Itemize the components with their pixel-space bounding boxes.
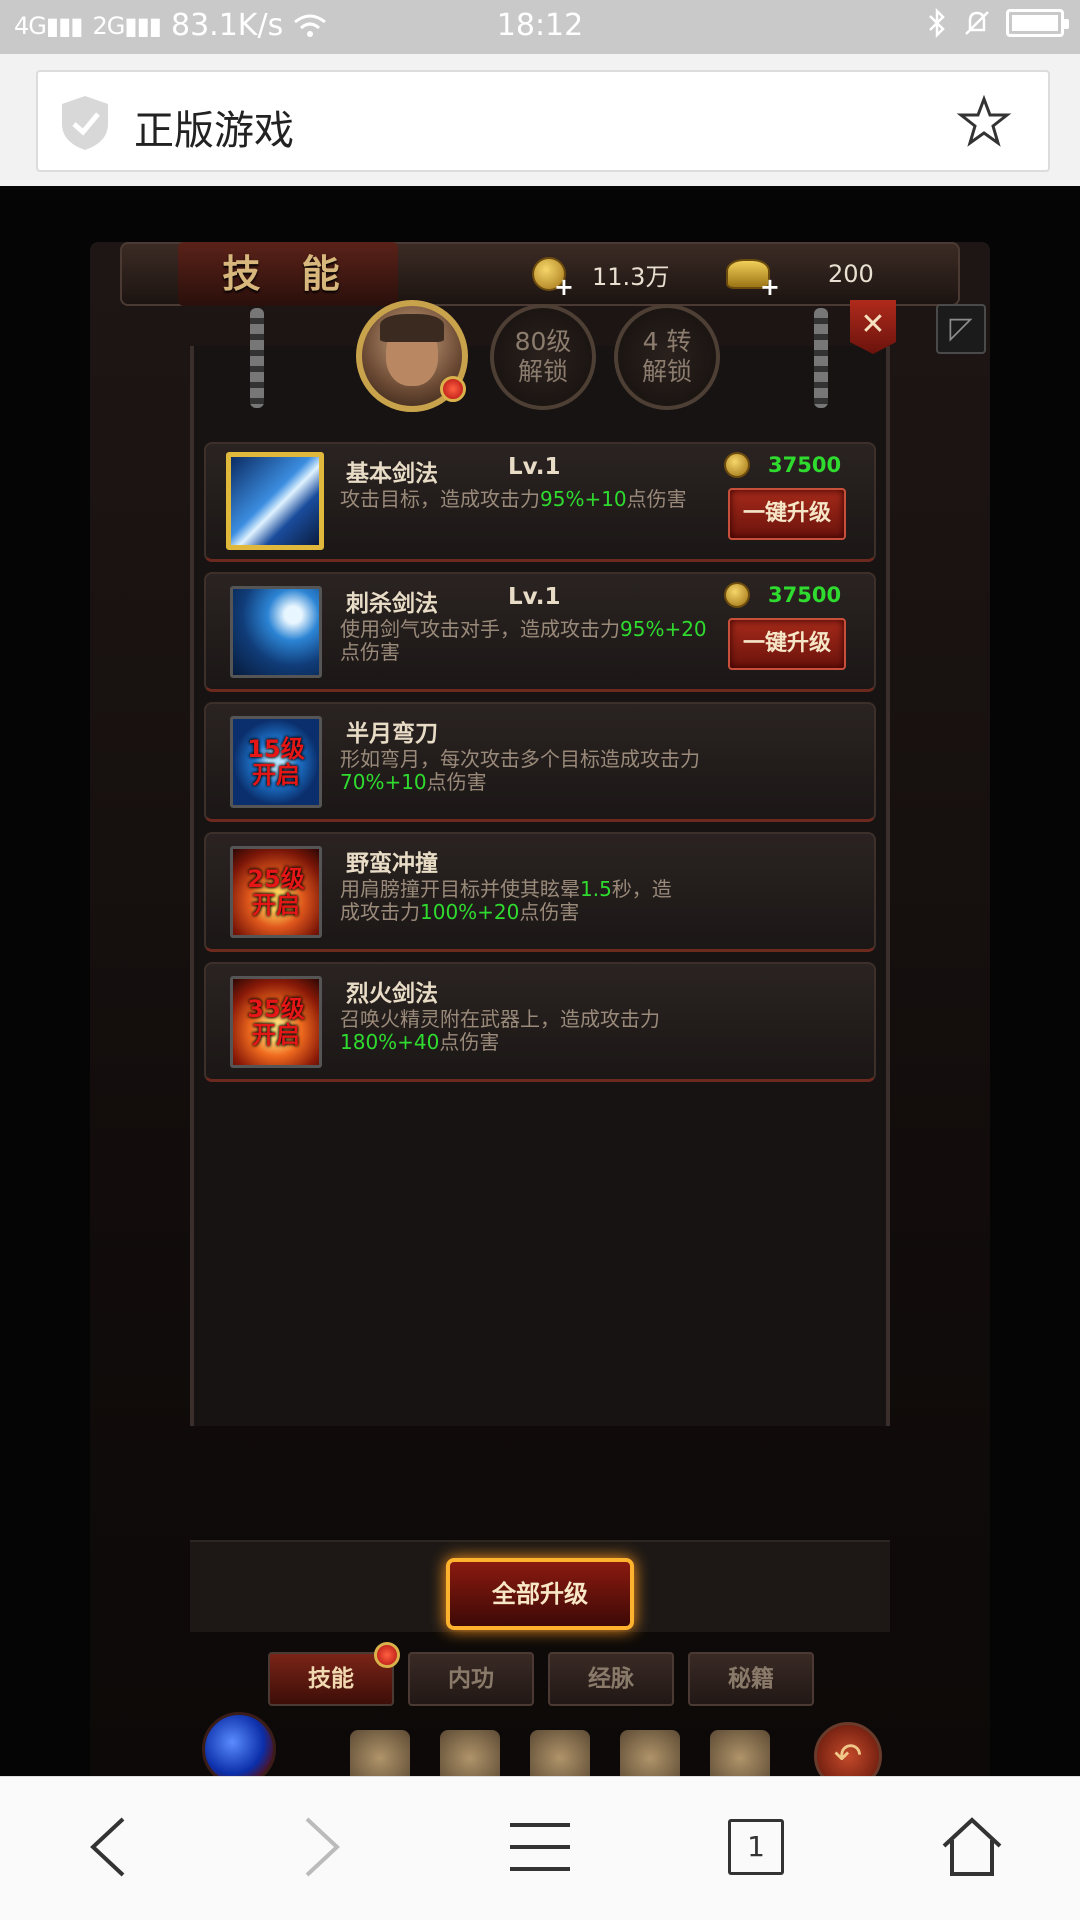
sword-qi-skill-icon [230,586,322,678]
locked-slot-1: 80级 解锁 [490,304,596,410]
half-moon-skill-icon: 15级 开启 [230,716,322,808]
status-bar: 4G▮▮▮ 2G▮▮▮ 83.1K/s 18:12 [0,0,1080,54]
browser-toolbar: 正版游戏 [0,54,1080,186]
collapse-arrow-icon[interactable]: ◸ [936,304,986,354]
skill-level: Lv.1 [508,454,561,480]
tab-secret-books[interactable]: 秘籍 [688,1652,814,1706]
upgrade-cost: 37500 [724,452,841,478]
bluetooth-icon [929,8,945,38]
coin-balance[interactable]: 11.3万 [520,248,680,301]
skill-name: 刺杀剑法 [346,591,438,617]
skill-name: 烈火剑法 [346,981,438,1007]
game-bottom-dock: ↶ [150,1700,930,1790]
skill-card[interactable]: 25级 开启 野蛮冲撞 用肩膀撞开目标并使其眩晕1.5秒，造成攻击力100%+20… [204,832,876,952]
skill-tabs: 技能 内功 经脉 秘籍 [268,1642,814,1706]
skill-description: 用肩膀撞开目标并使其眩晕1.5秒，造成攻击力100%+20点伤害 [340,877,672,924]
skill-name: 基本剑法 [346,461,438,487]
battery-icon [1006,9,1069,37]
gold-ingot-add-icon[interactable] [726,259,780,301]
locked-slot-2: 4 转解锁 [614,304,720,410]
skill-card[interactable]: 刺杀剑法 Lv.1 使用剑气攻击对手，造成攻击力95%+20点伤害 37500 … [204,572,876,692]
chain-decoration [814,308,828,408]
tab-skills[interactable]: 技能 [268,1642,400,1706]
notification-dot [374,1642,400,1668]
ingot-balance[interactable]: 200 [716,248,896,301]
skill-card[interactable]: 15级 开启 半月弯刀 形如弯月，每次攻击多个目标造成攻击力70%+10点伤害 [204,702,876,822]
skill-description: 攻击目标，造成攻击力95%+10点伤害 [340,487,687,511]
skill-name: 野蛮冲撞 [346,851,438,877]
tabs-button[interactable]: 1 [716,1807,796,1887]
home-icon[interactable] [932,1807,1012,1887]
address-bar[interactable]: 正版游戏 [36,70,1050,172]
ingot-amount: 200 [828,260,874,288]
skill-card[interactable]: 基本剑法 Lv.1 攻击目标，造成攻击力95%+10点伤害 37500 一键升级 [204,442,876,562]
forward-icon[interactable] [282,1807,362,1887]
mute-bell-icon [965,11,989,35]
shield-icon [62,96,108,150]
gold-coin-add-icon[interactable] [532,257,574,301]
skill-description: 形如弯月，每次攻击多个目标造成攻击力70%+10点伤害 [340,747,700,794]
coin-amount: 11.3万 [592,262,670,291]
skill-name: 半月弯刀 [346,721,438,747]
coin-icon [724,452,750,478]
tab-meridians[interactable]: 经脉 [548,1652,674,1706]
skill-description: 召唤火精灵附在武器上，造成攻击力180%+40点伤害 [340,1007,660,1054]
tab-inner-power[interactable]: 内功 [408,1652,534,1706]
menu-icon[interactable] [500,1807,580,1887]
skill-level: Lv.1 [508,584,561,610]
back-icon[interactable] [68,1807,148,1887]
upgrade-cost: 37500 [724,582,841,608]
chain-decoration [250,308,264,408]
quick-upgrade-button[interactable]: 一键升级 [728,618,846,670]
hero-avatar[interactable] [356,300,468,412]
game-canvas: 技 能 11.3万 200 80级解锁 4 转解锁 ✕ ◸ 基本 [0,186,1080,1790]
clock: 18:12 [496,8,584,43]
hp-mp-orb [202,1712,276,1786]
quick-upgrade-button[interactable]: 一键升级 [728,488,846,540]
tab-count: 1 [728,1819,784,1875]
browser-navigation-bar: 1 [0,1776,1080,1920]
skill-description: 使用剑气攻击对手，造成攻击力95%+20点伤害 [340,617,707,664]
skill-card[interactable]: 35级 开启 烈火剑法 召唤火精灵附在武器上，造成攻击力180%+40点伤害 [204,962,876,1082]
notification-dot [440,376,466,402]
fire-sword-skill-icon: 35级 开启 [230,976,322,1068]
charge-skill-icon: 25级 开启 [230,846,322,938]
bookmark-star-icon[interactable] [956,94,1012,150]
sword-skill-icon [226,452,324,550]
coin-icon [724,582,750,608]
upgrade-all-button[interactable]: 全部升级 [446,1558,634,1630]
page-title: 正版游戏 [134,108,294,154]
window-title: 技 能 [178,242,398,306]
